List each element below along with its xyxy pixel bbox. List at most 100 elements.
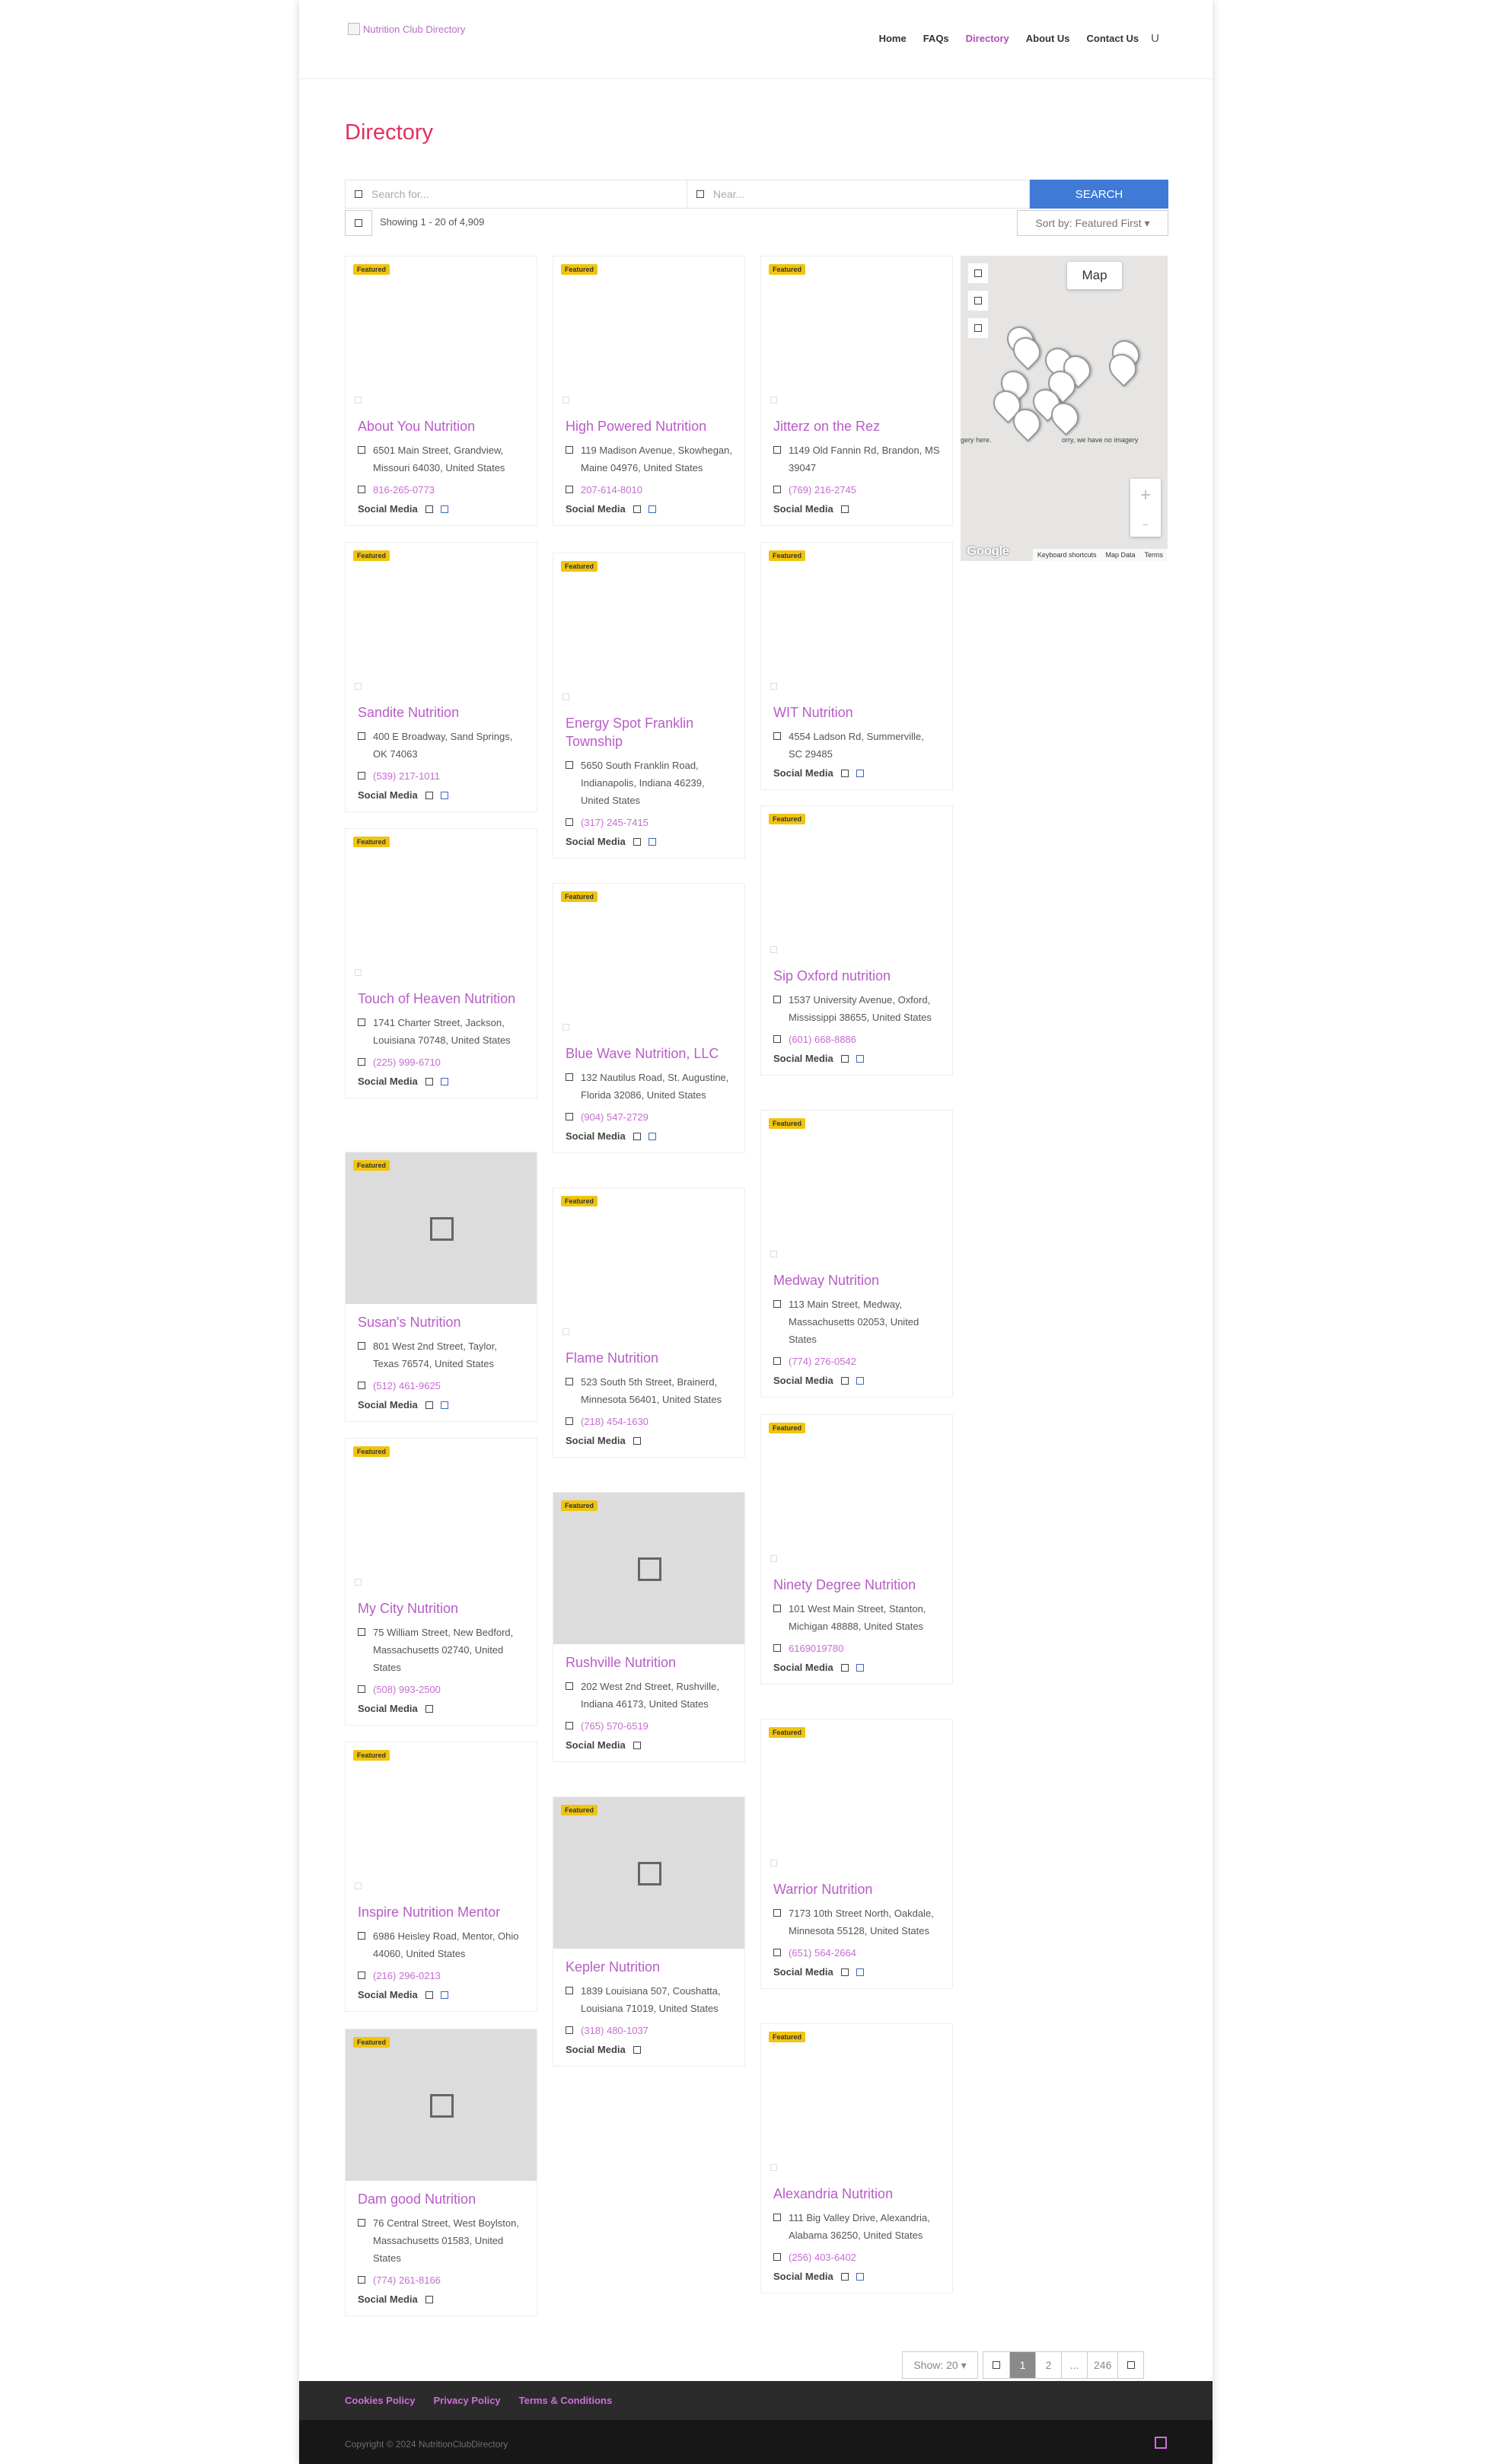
listing-name[interactable]: Blue Wave Nutrition, LLC <box>566 1044 732 1063</box>
social-link-icon[interactable] <box>856 769 864 777</box>
listing-name[interactable]: Medway Nutrition <box>773 1271 940 1289</box>
cookies-policy-link[interactable]: Cookies Policy <box>345 2395 415 2406</box>
listing-card[interactable]: Featured Ninety Degree Nutrition 101 Wes… <box>760 1414 953 1685</box>
listing-phone[interactable]: (774) 276-0542 <box>789 1353 856 1370</box>
listing-phone[interactable]: (256) 403-6402 <box>789 2249 856 2266</box>
social-link-icon[interactable] <box>425 1401 433 1409</box>
listing-card[interactable]: Featured About You Nutrition 6501 Main S… <box>345 256 537 526</box>
social-link-icon[interactable] <box>840 1054 849 1063</box>
listing-card[interactable]: Featured Kepler Nutrition 1839 Louisiana… <box>553 1796 745 2067</box>
listing-phone[interactable]: (774) 261-8166 <box>373 2271 441 2289</box>
listing-phone[interactable]: (317) 245-7415 <box>581 814 649 831</box>
social-link-icon[interactable] <box>633 1132 641 1140</box>
page-link-246[interactable]: 246 <box>1087 2352 1117 2378</box>
social-link-icon[interactable] <box>856 1054 864 1063</box>
per-page-dropdown[interactable]: Show: 20 ▾ <box>902 2351 978 2379</box>
listing-name[interactable]: Kepler Nutrition <box>566 1958 732 1976</box>
listing-image[interactable]: Featured <box>761 1720 952 1871</box>
listing-image[interactable]: Featured <box>346 257 537 408</box>
listing-name[interactable]: Sandite Nutrition <box>358 703 524 722</box>
terms-link[interactable]: Terms <box>1145 551 1164 559</box>
listing-card[interactable]: Featured Susan's Nutrition 801 West 2nd … <box>345 1152 537 1422</box>
nav-about-us[interactable]: About Us <box>1026 33 1070 44</box>
listing-name[interactable]: Inspire Nutrition Mentor <box>358 1903 524 1921</box>
listing-name[interactable]: My City Nutrition <box>358 1599 524 1618</box>
listing-image[interactable]: Featured <box>346 543 537 694</box>
listing-image[interactable]: Featured <box>761 543 952 694</box>
listing-card[interactable]: Featured Touch of Heaven Nutrition 1741 … <box>345 828 537 1098</box>
listing-name[interactable]: Touch of Heaven Nutrition <box>358 990 524 1008</box>
social-link-icon[interactable] <box>648 837 656 846</box>
social-link-icon[interactable] <box>425 1077 433 1085</box>
social-link-icon[interactable] <box>840 769 849 777</box>
zoom-out-button[interactable]: − <box>1142 518 1149 531</box>
listing-card[interactable]: Featured Energy Spot Franklin Township 5… <box>553 553 745 859</box>
listing-phone[interactable]: (508) 993-2500 <box>373 1681 441 1698</box>
terms-conditions-link[interactable]: Terms & Conditions <box>519 2395 613 2406</box>
listing-image[interactable]: Featured <box>761 806 952 958</box>
social-link-icon[interactable] <box>840 505 849 513</box>
listing-image[interactable]: Featured <box>761 1415 952 1567</box>
listing-card[interactable]: Featured Dam good Nutrition 76 Central S… <box>345 2029 537 2316</box>
listing-card[interactable]: Featured Medway Nutrition 113 Main Stree… <box>760 1110 953 1398</box>
listing-phone[interactable]: (904) 547-2729 <box>581 1108 649 1126</box>
next-page-button[interactable] <box>1117 2352 1143 2378</box>
listing-name[interactable]: Dam good Nutrition <box>358 2190 524 2208</box>
listing-name[interactable]: High Powered Nutrition <box>566 417 732 435</box>
social-link-icon[interactable] <box>856 1376 864 1385</box>
listing-phone[interactable]: (769) 216-2745 <box>789 481 856 499</box>
street-view-control[interactable] <box>968 291 988 311</box>
social-link-icon[interactable] <box>856 1968 864 1976</box>
location-search-input[interactable]: Near... <box>687 180 1030 209</box>
map-type-button[interactable]: Map <box>1067 262 1122 289</box>
listing-name[interactable]: Jitterz on the Rez <box>773 417 940 435</box>
social-link-icon[interactable] <box>440 505 448 513</box>
social-link-icon[interactable] <box>440 1077 448 1085</box>
listing-image[interactable]: Featured <box>346 829 537 980</box>
listing-name[interactable]: Susan's Nutrition <box>358 1313 524 1331</box>
fullscreen-control[interactable] <box>968 263 988 283</box>
social-link-icon[interactable] <box>633 1741 641 1749</box>
social-link-icon[interactable] <box>633 1436 641 1445</box>
zoom-in-button[interactable]: + <box>1140 485 1151 506</box>
social-link-icon[interactable] <box>633 2045 641 2054</box>
listing-card[interactable]: Featured Inspire Nutrition Mentor 6986 H… <box>345 1742 537 2012</box>
social-link-icon[interactable] <box>425 1704 433 1713</box>
listing-image[interactable]: Featured <box>346 2029 537 2181</box>
privacy-policy-link[interactable]: Privacy Policy <box>433 2395 500 2406</box>
nav-directory[interactable]: Directory <box>966 33 1009 44</box>
page-link-2[interactable]: 2 <box>1035 2352 1061 2378</box>
keyboard-shortcuts-link[interactable]: Keyboard shortcuts <box>1037 551 1097 559</box>
listing-name[interactable]: Sip Oxford nutrition <box>773 967 940 985</box>
listing-phone[interactable]: 6169019780 <box>789 1640 843 1657</box>
listing-image[interactable]: Featured <box>553 553 744 705</box>
nav-home[interactable]: Home <box>879 33 907 44</box>
social-link-icon[interactable] <box>840 1663 849 1672</box>
listing-phone[interactable]: (512) 461-9625 <box>373 1377 441 1395</box>
social-link-icon[interactable] <box>856 2272 864 2281</box>
listing-image[interactable]: Featured <box>553 884 744 1035</box>
listing-card[interactable]: Featured Blue Wave Nutrition, LLC 132 Na… <box>553 883 745 1153</box>
site-logo[interactable]: Nutrition Club Directory <box>348 23 465 35</box>
listing-card[interactable]: Featured My City Nutrition 75 William St… <box>345 1438 537 1726</box>
map-data-link[interactable]: Map Data <box>1105 551 1135 559</box>
listing-phone[interactable]: (216) 296-0213 <box>373 1967 441 1984</box>
listing-image[interactable]: Featured <box>553 1797 744 1949</box>
listing-name[interactable]: Flame Nutrition <box>566 1349 732 1367</box>
listing-image[interactable]: Featured <box>346 1742 537 1894</box>
listing-card[interactable]: Featured Alexandria Nutrition 111 Big Va… <box>760 2023 953 2293</box>
social-link-icon[interactable] <box>840 1968 849 1976</box>
listings-map[interactable]: Map gery here. orry, we have no imagery … <box>961 256 1168 561</box>
listing-card[interactable]: Featured Flame Nutrition 523 South 5th S… <box>553 1187 745 1458</box>
listing-card[interactable]: Featured WIT Nutrition 4554 Ladson Rd, S… <box>760 542 953 790</box>
social-link-icon[interactable] <box>425 791 433 799</box>
nav-faqs[interactable]: FAQs <box>923 33 949 44</box>
prev-page-button[interactable] <box>983 2352 1009 2378</box>
map-toggle-button[interactable] <box>345 210 372 236</box>
listing-phone[interactable]: (601) 668-8886 <box>789 1031 856 1048</box>
social-link-icon[interactable] <box>425 2295 433 2303</box>
social-link-icon[interactable] <box>648 505 656 513</box>
listing-name[interactable]: Rushville Nutrition <box>566 1653 732 1672</box>
listing-image[interactable]: Featured <box>761 1111 952 1262</box>
listing-image[interactable]: Featured <box>553 1188 744 1340</box>
